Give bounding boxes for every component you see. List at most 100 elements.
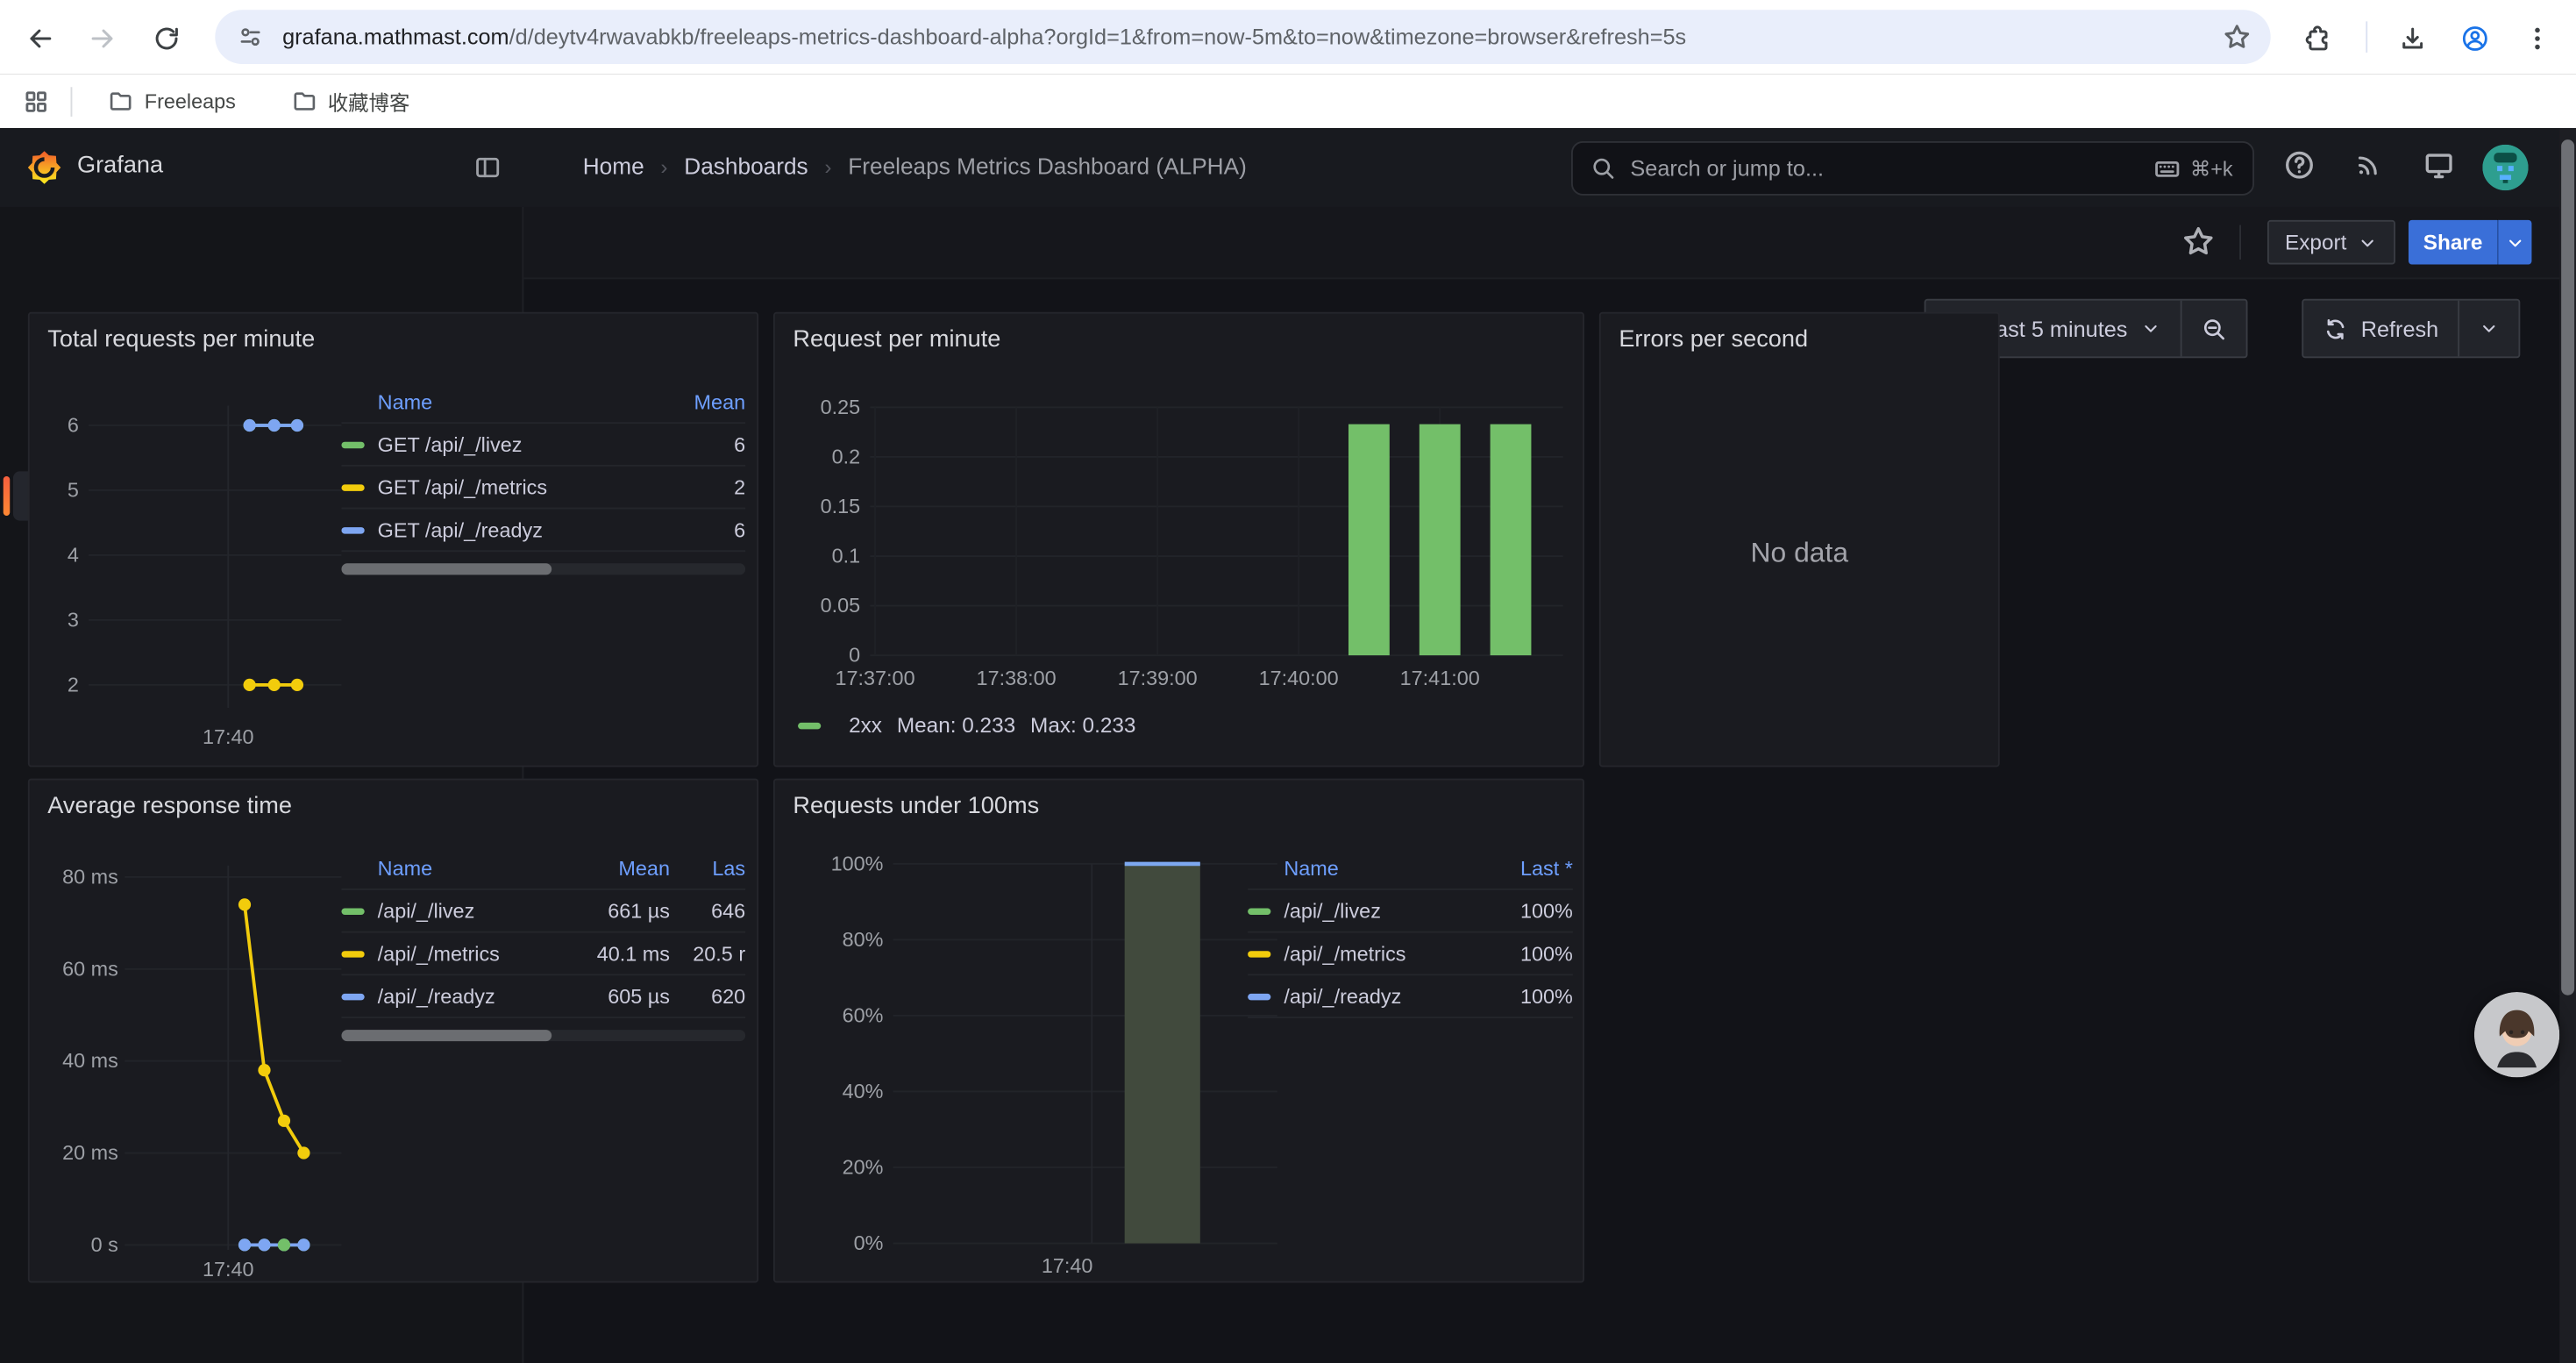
grafana-logo[interactable]	[26, 149, 62, 185]
svg-text:17:41:00: 17:41:00	[1400, 667, 1480, 689]
legend-series-name[interactable]: GET /api/_/metrics	[378, 475, 664, 498]
chevron-down-icon	[2505, 232, 2524, 252]
legend-row[interactable]: GET /api/_/metrics2	[341, 467, 745, 510]
help-icon[interactable]	[2284, 149, 2316, 181]
legend-series-name[interactable]: 2xx	[849, 713, 882, 738]
folder-icon	[292, 89, 317, 113]
svg-text:0.25: 0.25	[821, 396, 861, 418]
svg-text:0.15: 0.15	[821, 495, 861, 517]
legend-row[interactable]: /api/_/metrics100%	[1248, 933, 1573, 976]
legend-row[interactable]: /api/_/metrics40.1 ms20.5 r	[341, 933, 745, 976]
extensions-icon[interactable]	[2294, 15, 2339, 61]
legend-cell: 6	[664, 518, 746, 541]
legend-series-name[interactable]: /api/_/metrics	[378, 942, 565, 965]
floating-avatar[interactable]	[2474, 992, 2559, 1077]
chevron-down-icon	[2358, 232, 2377, 252]
refresh-interval-chevron[interactable]	[2460, 301, 2519, 357]
grafana-navbar: Grafana Home › Dashboards › Freeleaps Me…	[0, 128, 2576, 209]
scrollbar-thumb[interactable]	[341, 1030, 551, 1041]
legend-series-name[interactable]: /api/_/metrics	[1284, 942, 1487, 965]
legend-series-name[interactable]: /api/_/readyz	[378, 985, 565, 1008]
bookmark-folder-blogs[interactable]: 收藏博客	[275, 79, 426, 124]
panel-title[interactable]: Requests under 100ms	[793, 793, 1039, 819]
no-data-message: No data	[1601, 537, 1998, 569]
legend-series-pill	[1248, 993, 1270, 999]
legend-series-pill	[341, 441, 364, 447]
panel-title[interactable]: Average response time	[47, 793, 292, 819]
zoom-out-button[interactable]	[2181, 301, 2245, 357]
legend-series-name[interactable]: GET /api/_/readyz	[378, 518, 664, 541]
search-input[interactable]: Search or jump to... ⌘+k	[1571, 141, 2254, 196]
url-bar[interactable]: grafana.mathmast.com/d/deytv4rwavabkb/fr…	[215, 10, 2270, 64]
grafana-brand[interactable]: Grafana	[77, 153, 163, 179]
news-rss-icon[interactable]	[2354, 149, 2384, 179]
toolbar-divider	[2366, 21, 2367, 53]
breadcrumb-home[interactable]: Home	[583, 153, 644, 179]
legend-cell: 20.5 r	[670, 942, 745, 965]
svg-text:20 ms: 20 ms	[62, 1141, 118, 1164]
download-icon[interactable]	[2389, 15, 2435, 61]
back-icon[interactable]	[17, 15, 62, 61]
legend-max: Max: 0.233	[1030, 713, 1135, 738]
forward-icon[interactable]	[79, 15, 125, 61]
legend-cell: 100%	[1488, 899, 1573, 922]
browser-toolbar: grafana.mathmast.com/d/deytv4rwavabkb/fr…	[0, 0, 2576, 74]
browser-menu-icon[interactable]	[2514, 15, 2559, 61]
url-text[interactable]: grafana.mathmast.com/d/deytv4rwavabkb/fr…	[282, 25, 2223, 49]
legend-header: NameMeanLas	[341, 849, 745, 890]
bookmark-star-icon[interactable]	[2223, 23, 2251, 51]
site-settings-icon[interactable]	[238, 25, 263, 49]
dashboard-subheader: Export Share	[523, 207, 2559, 279]
legend-mean: Mean: 0.233	[897, 713, 1015, 738]
panel-title[interactable]: Errors per second	[1619, 327, 1808, 353]
legend-series-name[interactable]: /api/_/readyz	[1284, 985, 1487, 1008]
bookmark-label: Freeleaps	[145, 89, 236, 112]
svg-text:4: 4	[68, 543, 79, 566]
sidebar-toggle-icon[interactable]	[474, 154, 501, 181]
panel-title[interactable]: Total requests per minute	[47, 327, 315, 353]
legend-series-name[interactable]: /api/_/livez	[378, 899, 565, 922]
bookmark-folder-freeleaps[interactable]: Freeleaps	[92, 82, 253, 120]
legend-row[interactable]: /api/_/livez100%	[1248, 890, 1573, 933]
page-scrollbar[interactable]	[2559, 128, 2576, 1363]
legend-row[interactable]: /api/_/readyz100%	[1248, 975, 1573, 1018]
scrollbar-thumb[interactable]	[341, 563, 551, 574]
svg-text:0 s: 0 s	[91, 1233, 118, 1256]
svg-text:80 ms: 80 ms	[62, 865, 118, 888]
svg-text:3: 3	[68, 608, 79, 631]
breadcrumb-current: Freeleaps Metrics Dashboard (ALPHA)	[848, 153, 1247, 179]
bar-chart[interactable]: 0.250.20.150.10.05017:37:0017:38:0017:39…	[805, 393, 1570, 722]
svg-text:0.05: 0.05	[821, 594, 861, 617]
favorite-star-icon[interactable]	[2182, 225, 2215, 258]
legend-series-name[interactable]: /api/_/livez	[1284, 899, 1487, 922]
monitor-icon[interactable]	[2423, 149, 2455, 181]
legend-row[interactable]: /api/_/livez661 µs646	[341, 890, 745, 933]
breadcrumb-dashboards[interactable]: Dashboards	[684, 153, 808, 179]
legend-series-pill	[341, 950, 364, 956]
profile-icon[interactable]	[2451, 15, 2497, 61]
legend-row[interactable]: /api/_/readyz605 µs620	[341, 975, 745, 1018]
legend-hscrollbar[interactable]	[341, 563, 745, 574]
user-avatar[interactable]	[2482, 145, 2528, 190]
export-button[interactable]: Export	[2267, 220, 2395, 265]
refresh-button[interactable]: Refresh	[2303, 301, 2459, 357]
legend-hscrollbar[interactable]	[341, 1030, 745, 1041]
share-button[interactable]: Share	[2409, 220, 2497, 265]
legend-row[interactable]: GET /api/_/livez6	[341, 424, 745, 467]
legend-row[interactable]: GET /api/_/readyz6	[341, 509, 745, 552]
timeseries-chart[interactable]: 6543217:40	[46, 386, 349, 764]
legend-series-pill	[341, 483, 364, 489]
share-menu-chevron[interactable]	[2497, 220, 2531, 265]
legend-series-name[interactable]: GET /api/_/livez	[378, 432, 664, 455]
timeseries-chart[interactable]: 80 ms60 ms40 ms20 ms0 s17:40	[46, 853, 349, 1284]
apps-grid-icon[interactable]	[23, 88, 49, 114]
panel-title[interactable]: Request per minute	[793, 327, 1000, 353]
scrollbar-thumb[interactable]	[2561, 139, 2574, 995]
reload-icon[interactable]	[143, 15, 189, 61]
breadcrumb-separator: ›	[824, 153, 831, 178]
bar-chart[interactable]: 100%80%60%40%20%0%17:40	[805, 853, 1281, 1284]
breadcrumb-separator: ›	[660, 153, 667, 178]
panel-errors-per-second: Errors per second No data	[1599, 312, 2000, 767]
legend-cell: 661 µs	[565, 899, 670, 922]
svg-text:60%: 60%	[843, 1003, 884, 1026]
